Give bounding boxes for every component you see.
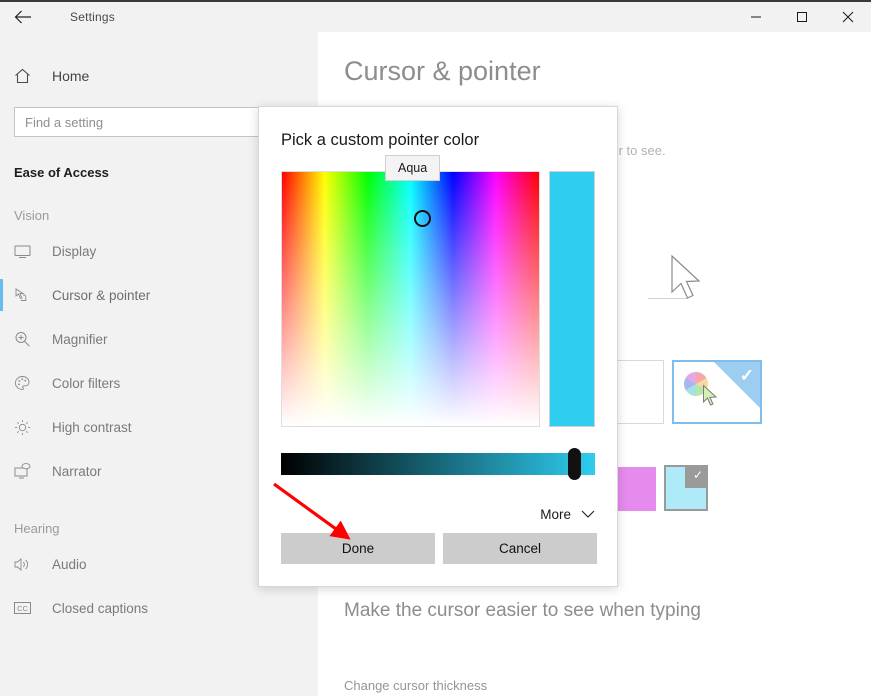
sidebar-label-closed-captions: Closed captions [52,600,149,616]
color-picker-handle[interactable] [414,210,431,227]
palette-icon [14,375,44,392]
sidebar-item-closed-captions[interactable]: CC Closed captions [0,586,318,630]
pointer-preview-large [670,254,706,309]
brightness-slider[interactable] [281,448,595,480]
home-icon [14,68,44,84]
svg-text:CC: CC [17,604,28,613]
dialog-title: Pick a custom pointer color [281,131,480,149]
brightness-slider-thumb[interactable] [568,448,582,480]
maximize-button[interactable] [779,2,825,32]
monitor-icon [14,244,44,259]
dialog-buttons: Done Cancel [281,533,597,564]
check-icon: ✓ [739,366,754,385]
section-heading-typing: Make the cursor easier to see when typin… [344,600,701,621]
cc-icon: CC [14,601,44,615]
color-preview-strip [549,171,595,427]
chevron-down-icon [581,510,595,518]
settings-window: Settings Home Find a setting Ease of Acc… [0,0,871,696]
sidebar-label-display: Display [52,243,97,259]
brightness-icon [14,419,44,436]
speaker-icon [14,557,44,572]
color-name-tooltip: Aqua [385,155,441,181]
title-bar: Settings [0,0,871,32]
mini-pointer-icon [702,384,720,413]
sidebar-label-magnifier: Magnifier [52,331,108,347]
pointer-hand-icon [14,287,44,304]
thickness-label: Change cursor thickness [344,678,488,693]
sidebar-label-color-filters: Color filters [52,375,121,391]
minimize-button[interactable] [733,2,779,32]
more-toggle[interactable]: More [540,507,595,522]
swatch-magenta[interactable] [612,467,656,511]
close-button[interactable] [825,2,871,32]
magnifier-icon [14,331,44,348]
swatch-cyan-selected[interactable]: ✓ [664,465,708,511]
narrator-icon [14,463,44,479]
saturation-value-picker[interactable] [281,171,540,427]
maximize-icon [797,12,807,22]
sidebar-label-narrator: Narrator [52,463,102,479]
sidebar-label-high-contrast: High contrast [52,419,132,435]
cancel-button[interactable]: Cancel [443,533,597,564]
sidebar-label-cursor-pointer: Cursor & pointer [52,287,151,303]
close-icon [842,11,854,23]
window-controls [733,2,871,32]
sidebar-home-label: Home [52,68,90,84]
app-title: Settings [70,10,115,24]
pointer-style-option[interactable] [605,360,664,424]
sidebar-label-audio: Audio [52,556,87,572]
custom-color-option-card[interactable]: ✓ [672,360,762,424]
minimize-icon [751,16,761,18]
more-label: More [540,507,571,522]
done-button[interactable]: Done [281,533,435,564]
check-icon: ✓ [692,468,703,482]
sidebar-item-home[interactable]: Home [0,57,318,95]
page-title: Cursor & pointer [344,56,541,86]
back-button[interactable] [0,2,46,32]
back-arrow-icon [14,10,31,24]
